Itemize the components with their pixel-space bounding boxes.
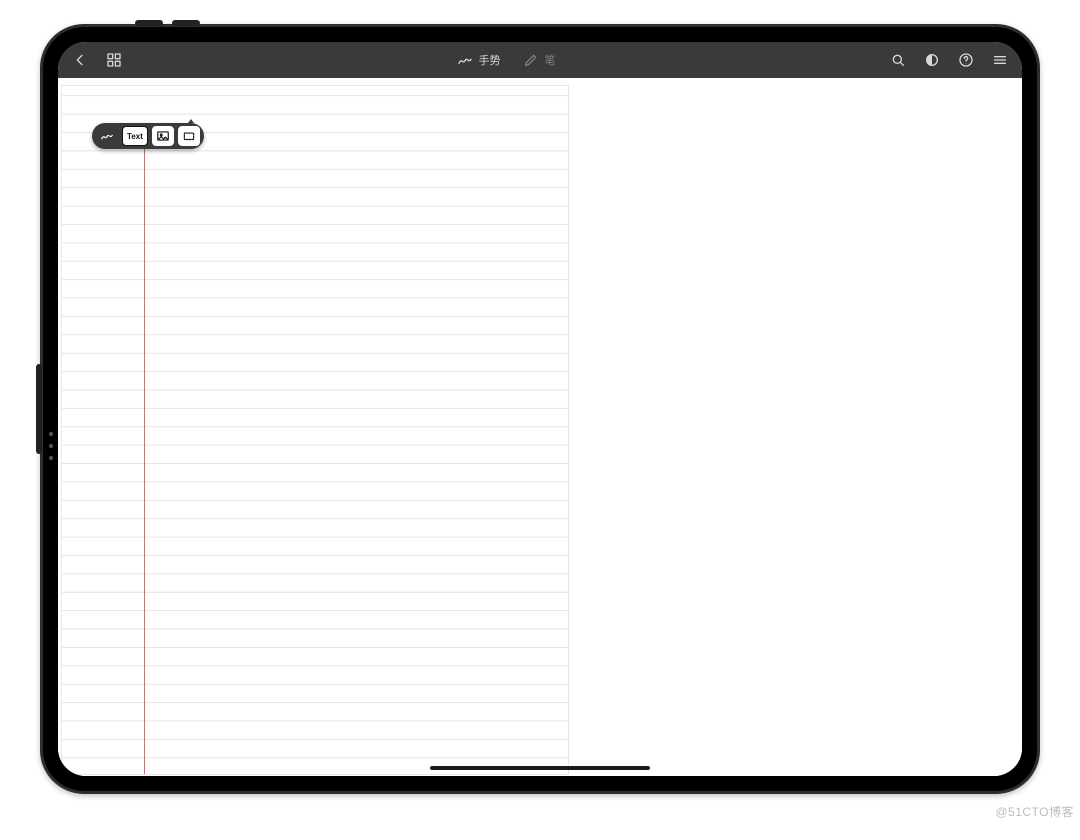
tool-draw-button[interactable] <box>96 126 118 146</box>
mode-pen[interactable]: 笔 <box>523 52 556 68</box>
back-icon[interactable] <box>72 52 88 68</box>
pen-icon <box>523 52 539 68</box>
app-toolbar: 手势 笔 <box>58 42 1022 78</box>
screen: 手势 笔 <box>58 42 1022 776</box>
menu-icon[interactable] <box>992 52 1008 68</box>
watermark-text: @51CTO博客 <box>995 803 1074 820</box>
tool-text-label: Text <box>126 132 144 141</box>
hardware-speaker-dots <box>48 424 54 484</box>
hardware-power-button <box>36 364 42 454</box>
help-icon[interactable] <box>958 52 974 68</box>
search-icon[interactable] <box>890 52 906 68</box>
tool-image-button[interactable] <box>152 126 174 146</box>
home-indicator[interactable] <box>430 766 650 770</box>
workspace[interactable]: Text <box>58 78 1022 776</box>
scribble-icon <box>457 52 473 68</box>
hardware-volume-down <box>172 20 200 26</box>
mode-gesture[interactable]: 手势 <box>457 52 501 68</box>
tool-pill-caret <box>188 119 194 123</box>
hardware-volume-up <box>135 20 163 26</box>
mode-pen-label: 笔 <box>545 52 556 68</box>
tool-pill[interactable]: Text <box>92 123 204 149</box>
tool-text-button[interactable]: Text <box>122 126 148 146</box>
mode-gesture-label: 手势 <box>479 52 501 68</box>
note-page[interactable] <box>62 86 568 774</box>
dark-mode-toggle-icon[interactable] <box>924 52 940 68</box>
device-frame: 手势 笔 <box>40 24 1040 794</box>
tool-lasso-button[interactable] <box>178 126 200 146</box>
grid-thumbnails-icon[interactable] <box>106 52 122 68</box>
